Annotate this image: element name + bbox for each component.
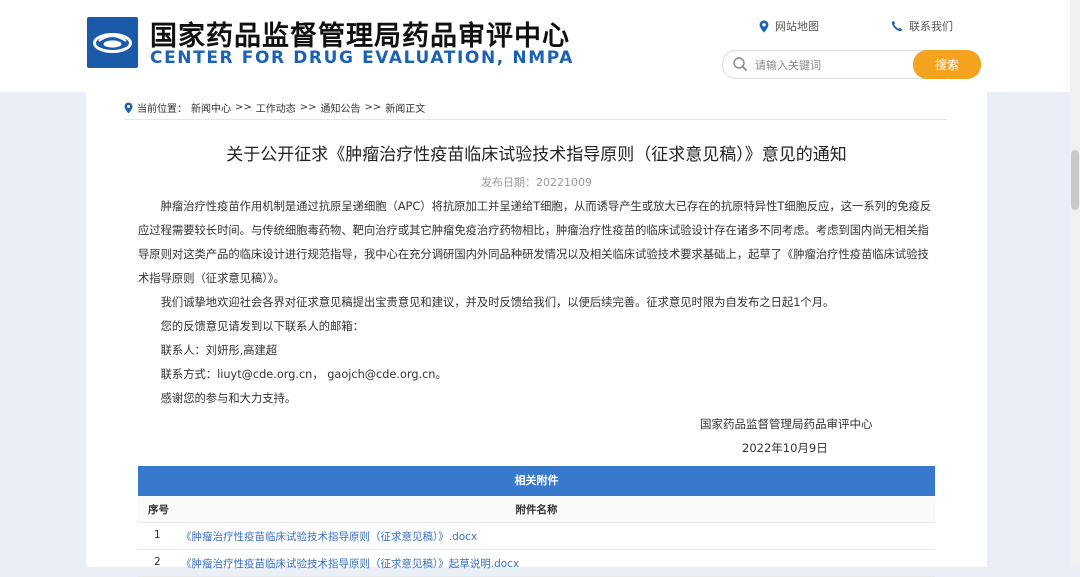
search-input[interactable] xyxy=(753,54,907,76)
article-title: 关于公开征求《肿瘤治疗性疫苗临床试验技术指导原则（征求意见稿）》意见的通知 xyxy=(226,145,847,165)
article-paragraph: 肿瘤治疗性疫苗作用机制是通过抗原呈递细胞（APC）将抗原加工并呈递给T细胞，从而… xyxy=(138,200,932,285)
breadcrumb-item-work-news[interactable]: 工作动态 xyxy=(256,100,296,115)
breadcrumb-divider xyxy=(124,119,947,120)
breadcrumb-separator: >> xyxy=(299,102,317,113)
contact-person: 联系人：刘妍彤,高建超 xyxy=(160,344,278,357)
breadcrumb-separator: >> xyxy=(364,102,382,113)
attachment-link[interactable]: 《肿瘤治疗性疫苗临床试验技术指导原则（征求意见稿）》起草说明.docx xyxy=(181,556,519,571)
breadcrumb-item-news-center[interactable]: 新闻中心 xyxy=(191,100,231,115)
breadcrumb-separator: >> xyxy=(235,102,252,113)
site-logo[interactable] xyxy=(87,17,138,68)
contact-link[interactable]: 联系我们 xyxy=(891,18,953,34)
sitemap-label: 网站地图 xyxy=(775,20,819,33)
publish-date-label: 发布日期： xyxy=(481,176,536,189)
site-title-en: CENTER FOR DRUG EVALUATION, NMPA xyxy=(150,48,574,68)
scrollbar-thumb[interactable] xyxy=(1071,150,1079,210)
attachments-table: 相关附件 序号 附件名称 1 《肿瘤治疗性疫苗临床试验技术指导原则（征求意见稿）… xyxy=(138,466,935,577)
article-paragraph: 我们诚挚地欢迎社会各界对征求意见稿提出宝贵意见和建议，并及时反馈给我们，以便后续… xyxy=(160,296,835,309)
column-header-name: 附件名称 xyxy=(515,504,558,516)
signoff-organization: 国家药品监督管理局药品审评中心 xyxy=(700,417,873,431)
breadcrumb-item-notices[interactable]: 通知公告 xyxy=(321,100,361,115)
search-icon xyxy=(733,57,748,72)
breadcrumb-item-article: 新闻正文 xyxy=(385,104,426,115)
attachments-header: 相关附件 xyxy=(138,466,935,496)
table-row: 2 《肿瘤治疗性疫苗临床试验技术指导原则（征求意见稿）》起草说明.docx xyxy=(138,550,935,577)
sitemap-link[interactable]: 网站地图 xyxy=(759,18,819,34)
search-box: 搜索 xyxy=(722,50,981,79)
page-scrollbar[interactable] xyxy=(1070,0,1080,567)
attachment-link[interactable]: 《肿瘤治疗性疫苗临床试验技术指导原则（征求意见稿）》.docx xyxy=(181,529,477,544)
attachments-column-headers: 序号 附件名称 xyxy=(138,496,935,523)
table-row: 1 《肿瘤治疗性疫苗临床试验技术指导原则（征求意见稿）》.docx xyxy=(138,523,935,550)
breadcrumb-label: 当前位置： xyxy=(137,104,187,115)
content-panel: 当前位置： 新闻中心 >> 工作动态 >> 通知公告 >> 新闻正文 关于公开征… xyxy=(86,92,987,577)
contact-label: 联系我们 xyxy=(909,20,953,33)
publish-date-value: 20221009 xyxy=(536,176,592,189)
publish-date: 发布日期：20221009 xyxy=(86,174,987,190)
row-number: 2 xyxy=(154,556,161,568)
search-button[interactable]: 搜索 xyxy=(913,50,981,79)
site-header: 国家药品监督管理局药品审评中心 CENTER FOR DRUG EVALUATI… xyxy=(0,0,1080,92)
phone-icon xyxy=(891,20,903,32)
signoff-date: 2022年10月9日 xyxy=(742,441,828,455)
article-body: 肿瘤治疗性疫苗作用机制是通过抗原呈递细胞（APC）将抗原加工并呈递给T细胞，从而… xyxy=(138,195,938,411)
logo-emblem-icon xyxy=(93,33,132,53)
breadcrumb: 当前位置： 新闻中心 >> 工作动态 >> 通知公告 >> 新闻正文 xyxy=(124,100,425,115)
article-paragraph: 感谢您的参与和大力支持。 xyxy=(160,392,297,405)
location-pin-icon xyxy=(759,20,769,32)
row-number: 1 xyxy=(154,529,161,541)
location-pin-icon xyxy=(124,102,133,113)
contact-email: 联系方式：liuyt@cde.org.cn， gaojch@cde.org.cn… xyxy=(160,368,447,381)
article-paragraph: 您的反馈意见请发到以下联系人的邮箱： xyxy=(160,320,364,333)
